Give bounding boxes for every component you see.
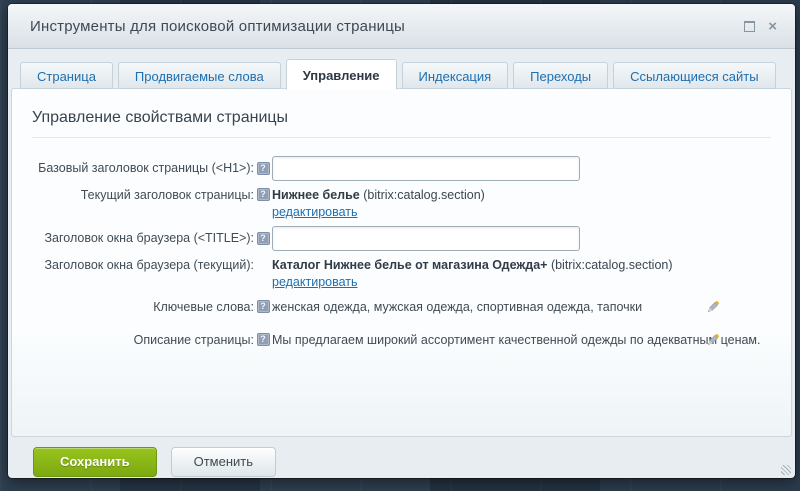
- form-row-description: Описание страницы: ? Мы предлагаем широк…: [32, 332, 771, 348]
- tab-promoted-words[interactable]: Продвигаемые слова: [118, 62, 281, 89]
- tab-page[interactable]: Страница: [20, 62, 113, 89]
- page-background: Инструменты для поисковой оптимизации ст…: [0, 0, 800, 491]
- form-row-current-title: Текущий заголовок страницы: ? Нижнее бел…: [32, 187, 771, 220]
- help-icon[interactable]: ?: [257, 162, 270, 175]
- field-label-browser-title: Заголовок окна браузера (<TITLE>):: [32, 226, 254, 251]
- current-browser-title-value: Каталог Нижнее белье от магазина Одежда+: [272, 258, 547, 272]
- window-controls: ×: [744, 19, 777, 34]
- save-button[interactable]: Сохранить: [33, 447, 157, 477]
- help-icon[interactable]: ?: [257, 232, 270, 245]
- description-value: Мы предлагаем широкий ассортимент качест…: [272, 333, 761, 347]
- help-icon[interactable]: ?: [257, 188, 270, 201]
- edit-browser-title-link[interactable]: редактировать: [272, 274, 358, 290]
- maximize-icon[interactable]: [744, 21, 755, 32]
- tab-referring-sites[interactable]: Ссылающиеся сайты: [613, 62, 775, 89]
- dialog-footer: Сохранить Отменить: [8, 437, 795, 478]
- form-row-current-browser-title: Заголовок окна браузера (текущий): Катал…: [32, 257, 771, 290]
- keywords-value: женская одежда, мужская одежда, спортивн…: [272, 300, 642, 314]
- edit-title-link[interactable]: редактировать: [272, 204, 358, 220]
- help-icon[interactable]: ?: [257, 333, 270, 346]
- content-panel: Управление свойствами страницы Базовый з…: [11, 88, 792, 437]
- tab-bar: Страница Продвигаемые слова Управление И…: [20, 58, 783, 89]
- field-label-current-browser-title: Заголовок окна браузера (текущий):: [32, 257, 254, 273]
- form-row-browser-title: Заголовок окна браузера (<TITLE>): ?: [32, 226, 771, 251]
- current-title-value: Нижнее белье: [272, 188, 360, 202]
- close-icon[interactable]: ×: [768, 19, 777, 34]
- section-divider: [32, 137, 771, 138]
- help-icon[interactable]: ?: [257, 300, 270, 313]
- seo-tools-dialog: Инструменты для поисковой оптимизации ст…: [8, 4, 795, 478]
- cancel-button[interactable]: Отменить: [171, 447, 276, 477]
- dialog-body: Страница Продвигаемые слова Управление И…: [8, 49, 795, 437]
- field-label-keywords: Ключевые слова:: [32, 299, 254, 315]
- tab-indexing[interactable]: Индексация: [402, 62, 509, 89]
- section-heading: Управление свойствами страницы: [32, 109, 771, 127]
- field-label-h1: Базовый заголовок страницы (<H1>):: [32, 156, 254, 181]
- current-browser-title-component: (bitrix:catalog.section): [551, 258, 673, 272]
- resize-grip-icon[interactable]: [781, 465, 791, 475]
- edit-pencil-icon[interactable]: [705, 299, 721, 315]
- browser-title-input[interactable]: [272, 226, 580, 251]
- form-row-keywords: Ключевые слова: ? женская одежда, мужска…: [32, 299, 771, 315]
- field-label-current-title: Текущий заголовок страницы:: [32, 187, 254, 203]
- edit-pencil-icon[interactable]: [705, 332, 721, 348]
- dialog-titlebar: Инструменты для поисковой оптимизации ст…: [8, 4, 795, 49]
- tab-transitions[interactable]: Переходы: [513, 62, 608, 89]
- field-label-description: Описание страницы:: [32, 332, 254, 348]
- tab-management[interactable]: Управление: [286, 59, 397, 90]
- dialog-title: Инструменты для поисковой оптимизации ст…: [30, 18, 744, 35]
- h1-title-input[interactable]: [272, 156, 580, 181]
- current-title-component: (bitrix:catalog.section): [363, 188, 485, 202]
- form-row-h1: Базовый заголовок страницы (<H1>): ?: [32, 156, 771, 181]
